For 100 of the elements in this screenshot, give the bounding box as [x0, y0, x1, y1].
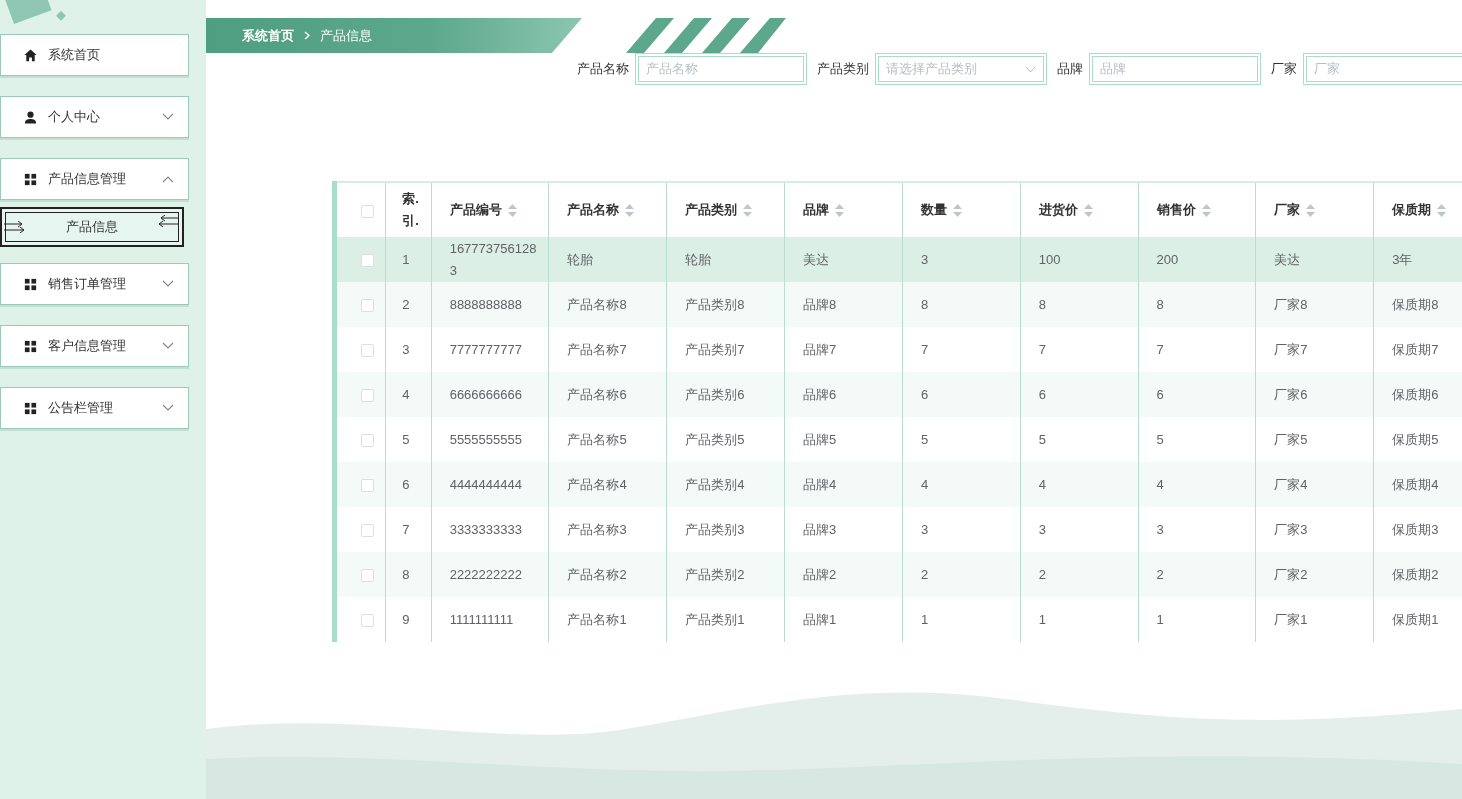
row-checkbox[interactable] [361, 343, 374, 357]
table-row[interactable]: 2 8888888888 产品名称8 产品类别8 品牌8 8 8 8 厂家8 保质期8 [334, 282, 1462, 327]
table-cell: 轮胎 [685, 251, 712, 267]
filter-label: 产品名称 [577, 60, 629, 78]
column-header: 产品编号 [449, 202, 502, 217]
table-cell: 200 [1156, 251, 1179, 267]
table-row[interactable]: 4 6666666666 产品名称6 产品类别6 品牌6 6 6 6 厂家6 保质期6 [334, 372, 1462, 417]
table-cell: 3 [1038, 521, 1046, 537]
table-cell: 6 [920, 386, 929, 402]
table-cell: 产品名称5 [567, 431, 627, 447]
select-all-checkbox[interactable] [361, 204, 374, 218]
table-cell: 8888888888 [449, 296, 522, 312]
table-cell: 5 [402, 431, 410, 447]
column-header: 品牌 [803, 202, 830, 217]
table-cell: 保质期1 [1392, 611, 1439, 627]
table-cell: 品牌7 [803, 341, 837, 357]
table-cell: 8 [1038, 296, 1046, 312]
table-cell: 7 [920, 341, 929, 357]
table-cell: 厂家6 [1274, 386, 1308, 402]
table-cell: 1 [920, 611, 929, 627]
table-cell: 厂家7 [1274, 341, 1308, 357]
table-cell: 5555555555 [449, 431, 522, 447]
column-header: 销售价 [1156, 202, 1196, 217]
table-cell: 品牌4 [803, 476, 837, 492]
table-row[interactable]: 8 2222222222 产品名称2 产品类别2 品牌2 2 2 2 厂家2 保质期2 [334, 552, 1462, 597]
table-cell: 2 [1038, 566, 1046, 582]
table-cell: 产品类别7 [685, 341, 745, 357]
row-checkbox[interactable] [361, 478, 374, 492]
table-cell: 产品名称7 [567, 341, 627, 357]
sort-icon[interactable] [743, 204, 753, 218]
arrow-right-icon [4, 221, 26, 233]
row-checkbox[interactable] [361, 568, 374, 582]
column-header: 产品名称 [567, 202, 620, 217]
table-cell: 保质期3 [1392, 521, 1439, 537]
row-checkbox[interactable] [361, 613, 374, 627]
grid-icon [23, 171, 38, 187]
table-cell: 5 [1038, 431, 1046, 447]
table-cell: 保质期8 [1392, 296, 1439, 312]
table-cell: 保质期6 [1392, 386, 1439, 402]
row-checkbox[interactable] [361, 523, 374, 537]
sort-icon[interactable] [1083, 204, 1093, 218]
table-row[interactable]: 1 1677737561283 轮胎 轮胎 美达 3 100 200 美达 3年 [334, 237, 1462, 282]
table-row[interactable]: 9 1111111111 产品名称1 产品类别1 品牌1 1 1 1 厂家1 保质期1 [334, 597, 1462, 642]
table-cell: 产品名称3 [567, 521, 627, 537]
table-row[interactable]: 6 4444444444 产品名称4 产品类别4 品牌4 4 4 4 厂家4 保质期4 [334, 462, 1462, 507]
sidebar-item[interactable]: 产品信息管理 [0, 158, 189, 200]
arrow-left-icon [157, 215, 179, 227]
sort-icon[interactable] [1306, 204, 1316, 218]
column-header: 数量 [920, 202, 947, 217]
sidebar-item[interactable]: 客户信息管理 [0, 325, 189, 367]
table-cell: 产品类别3 [685, 521, 745, 537]
table-cell: 5 [1156, 431, 1164, 447]
table-cell: 轮胎 [567, 251, 594, 267]
sidebar-item[interactable]: 销售订单管理 [0, 263, 189, 305]
table-cell: 产品类别1 [685, 611, 745, 627]
table-cell: 5 [920, 431, 929, 447]
table-cell: 4 [1156, 476, 1164, 492]
table-cell: 3 [1156, 521, 1164, 537]
table-cell: 1 [402, 251, 410, 267]
table-cell: 产品名称8 [567, 296, 627, 312]
table-cell: 产品类别6 [685, 386, 745, 402]
table-cell: 厂家5 [1274, 431, 1308, 447]
column-header: 保质期 [1392, 202, 1432, 217]
sidebar-item[interactable]: 个人中心 [0, 96, 189, 138]
sort-icon[interactable] [835, 204, 845, 218]
table-cell: 产品名称1 [567, 611, 627, 627]
table-cell: 品牌5 [803, 431, 837, 447]
sidebar-item[interactable]: 系统首页 [0, 34, 189, 76]
table-cell: 7 [1038, 341, 1046, 357]
sort-icon[interactable] [1201, 204, 1211, 218]
row-checkbox[interactable] [361, 433, 374, 447]
table-cell: 6 [1156, 386, 1164, 402]
table-cell: 2 [1156, 566, 1164, 582]
table-cell: 8 [920, 296, 929, 312]
table-cell: 3年 [1392, 251, 1413, 267]
table-cell: 7 [1156, 341, 1164, 357]
sort-icon[interactable] [625, 204, 635, 218]
table-cell: 8 [402, 566, 410, 582]
column-header: 进货价 [1038, 202, 1078, 217]
table-cell: 1 [1038, 611, 1046, 627]
row-checkbox[interactable] [361, 298, 374, 312]
table-cell: 1677737561283 [449, 240, 537, 278]
table-cell: 产品类别4 [685, 476, 745, 492]
table-cell: 美达 [1274, 251, 1301, 267]
sort-icon[interactable] [1437, 204, 1447, 218]
table-cell: 2 [920, 566, 929, 582]
table-cell: 品牌2 [803, 566, 837, 582]
table-cell: 1 [1156, 611, 1164, 627]
row-checkbox[interactable] [361, 253, 374, 267]
table-cell: 产品类别5 [685, 431, 745, 447]
filter-label: 产品类别 [817, 60, 869, 78]
sort-icon[interactable] [507, 204, 517, 218]
sort-icon[interactable] [952, 204, 962, 218]
table-cell: 4444444444 [449, 476, 522, 492]
table-cell: 3 [920, 521, 929, 537]
sidebar-subitem[interactable]: 产品信息 [0, 207, 184, 247]
grid-icon [23, 338, 38, 354]
sidebar-item[interactable]: 公告栏管理 [0, 387, 189, 429]
table-cell: 品牌3 [803, 521, 837, 537]
row-checkbox[interactable] [361, 388, 374, 402]
